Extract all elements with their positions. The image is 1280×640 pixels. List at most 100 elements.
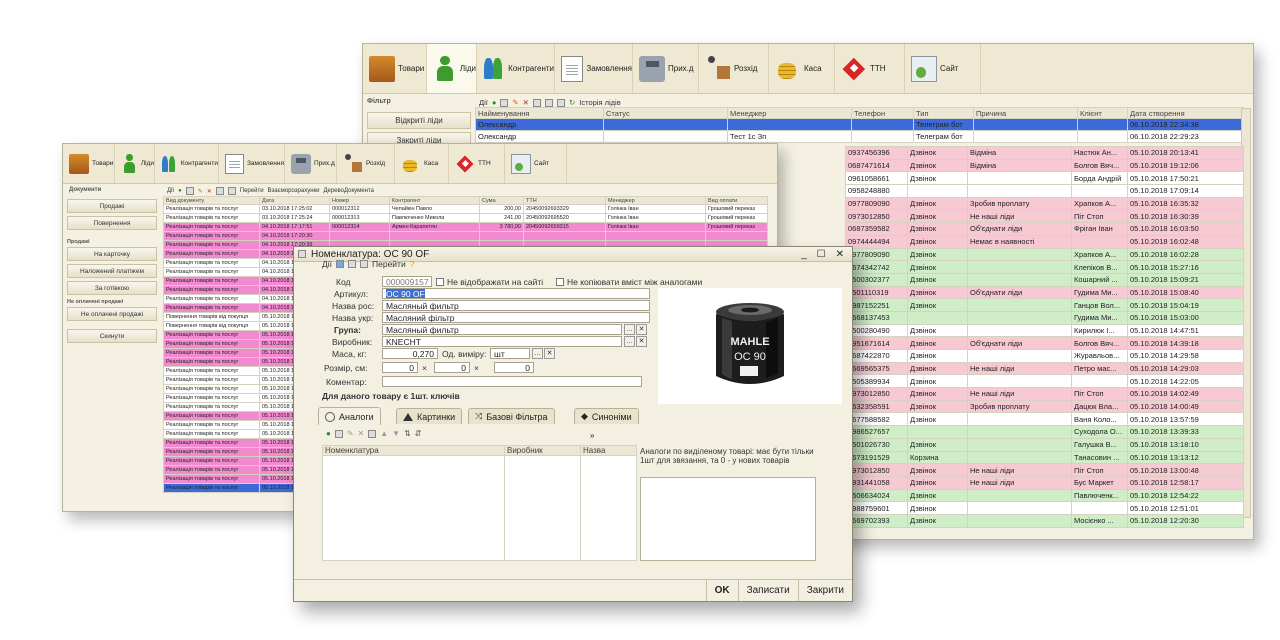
expand-icon[interactable]: » xyxy=(590,431,594,440)
delete-icon[interactable]: ✕ xyxy=(523,98,529,107)
table-row[interactable]: Реалізація товарів та послуг 03.10.2018 1… xyxy=(163,204,768,214)
col-name[interactable]: Назва xyxy=(580,445,637,456)
close-icon[interactable]: ✕ xyxy=(836,249,844,260)
group-field[interactable]: Масляный фильтр xyxy=(382,324,622,335)
table-row[interactable]: 0931441058 Дзвінок Не наші ліди Бус Маркет 0… xyxy=(845,475,1244,490)
toolbar-button-5[interactable]: Розхід xyxy=(699,44,769,93)
open-leads-button[interactable]: Відкриті ліди xyxy=(367,112,471,129)
no-copy-analogs-checkbox[interactable]: Не копіювати вміст між аналогами xyxy=(556,277,702,287)
table-row[interactable]: 0673191529 Корзина Танасовин ... 05.10.2018… xyxy=(845,450,1244,465)
table-row[interactable]: 0506634024 Дзвінок Павлюченк... 05.10.2018 … xyxy=(845,488,1244,503)
maker-select-button[interactable]: … xyxy=(624,336,635,347)
delete-icon[interactable]: ✕ xyxy=(207,188,212,195)
table-row[interactable]: 0501110319 Дзвінок Об'єднати ліди Гудима Ми… xyxy=(845,285,1244,300)
ok-button[interactable]: OK xyxy=(705,580,738,601)
column-header[interactable]: Контрагент xyxy=(389,196,480,205)
tab-analogs[interactable]: Аналоги xyxy=(318,407,381,425)
leads-history-link[interactable]: Історія лідів xyxy=(579,98,620,107)
table-row[interactable]: 0977809090 Дзвінок Храпков А... 05.10.2018 … xyxy=(845,247,1244,262)
column-header[interactable]: Вид документу xyxy=(163,196,260,205)
table-row[interactable]: 0961058661 Дзвінок Борда Андрій 05.10.2018 … xyxy=(845,171,1244,186)
copy-icon[interactable] xyxy=(500,98,509,107)
table-row[interactable]: 0974444494 Дзвінок Немає в наявності 05.10.… xyxy=(845,234,1244,249)
goto-menu[interactable]: Перейти xyxy=(240,188,264,194)
group-clear-button[interactable]: ✕ xyxy=(636,324,647,335)
close-button[interactable]: Закрити xyxy=(797,580,852,601)
table-row[interactable]: 0687422870 Дзвінок Журавльов... 05.10.2018 … xyxy=(845,349,1244,363)
print-icon[interactable] xyxy=(360,260,369,268)
delete-icon[interactable]: ✕ xyxy=(358,429,365,438)
table-row[interactable]: Реалізація товарів та послуг 04.10.2018 1… xyxy=(163,231,768,241)
group-select-button[interactable]: … xyxy=(624,324,635,335)
column-header[interactable]: Дата xyxy=(259,196,330,205)
mass-field[interactable]: 0,270 xyxy=(382,348,438,359)
table-row[interactable]: 0958248880 05.10.2018 17:09:14 xyxy=(845,184,1244,198)
toolbar-button-8[interactable]: Сайт xyxy=(505,144,567,183)
list-icon[interactable] xyxy=(368,429,377,438)
toolbar-button-5[interactable]: Розхід xyxy=(337,144,395,183)
toolbar-button-8[interactable]: Сайт xyxy=(905,44,981,93)
table-row[interactable]: Реалізація товарів та послуг 03.10.2018 1… xyxy=(163,213,768,223)
column-header[interactable]: Менеджер xyxy=(605,196,706,205)
move-down-icon[interactable]: ▼ xyxy=(392,429,400,438)
table-row[interactable]: 0687471614 Дзвінок Відміна Болгов Вяч... 05.… xyxy=(845,158,1244,173)
code-field[interactable]: 000009157 xyxy=(382,276,432,287)
side-filter-button[interactable]: Не оплачені продажі xyxy=(67,307,157,321)
toolbar-button-3[interactable]: Замовлення xyxy=(219,144,285,183)
table-row[interactable]: Реалізація товарів та послуг 04.10.2018 1… xyxy=(163,222,768,232)
table-row[interactable]: 0973012850 Дзвінок Не наші ліди Піт Стоп 05.… xyxy=(845,209,1244,224)
table-row[interactable]: 0977809090 Дзвінок Зробив проплату Храпков … xyxy=(845,196,1244,211)
toolbar-button-3[interactable]: Замовлення xyxy=(555,44,633,93)
side-filter-button[interactable]: За готівкою xyxy=(67,281,157,295)
table-row[interactable]: 0973012850 Дзвінок Не наші ліди Піт Стоп 05.… xyxy=(845,463,1244,477)
side-filter-button[interactable]: На карточку xyxy=(67,247,157,261)
column-header[interactable]: Сума xyxy=(479,196,524,205)
toolbar-button-2[interactable]: Контрагенти xyxy=(477,44,555,93)
toolbar-button-6[interactable]: Каса xyxy=(395,144,449,183)
toolbar-button-7[interactable]: ТТН xyxy=(835,44,905,93)
column-header[interactable]: Вид оплати xyxy=(705,196,768,205)
filter-icon[interactable] xyxy=(215,187,224,195)
table-row[interactable]: 0987152251 Дзвінок Ганцов Вол... 05.10.2018… xyxy=(845,298,1244,312)
refresh-icon[interactable]: ↻ xyxy=(569,98,575,107)
help-icon[interactable]: ? xyxy=(410,259,415,269)
column-header[interactable]: ТТН xyxy=(523,196,606,205)
toolbar-button-0[interactable]: Товари xyxy=(63,144,115,183)
column-header[interactable]: Клієнт xyxy=(1077,107,1128,119)
side-filter-button[interactable]: Наложений платіжем xyxy=(67,264,157,278)
filter-clear-icon[interactable] xyxy=(544,98,553,107)
actions-menu[interactable]: Дії xyxy=(479,98,488,107)
table-row[interactable]: 0687359582 Дзвінок Об'єднати ліди Фріган Ів… xyxy=(845,222,1244,236)
list-icon[interactable] xyxy=(348,260,357,268)
name-ua-field[interactable]: Масляний фільтр xyxy=(382,312,650,323)
column-header[interactable]: Найменування xyxy=(475,107,604,119)
edit-icon[interactable]: ✎ xyxy=(512,98,518,107)
save-icon[interactable] xyxy=(336,260,345,268)
toolbar-button-7[interactable]: ТТН xyxy=(449,144,505,183)
column-header[interactable]: Статус xyxy=(603,107,728,119)
table-row[interactable]: 0973012850 Дзвінок Не наші ліди Піт Стоп 05.… xyxy=(845,387,1244,401)
table-row[interactable]: 0505389934 Дзвінок 05.10.2018 14:22:05 xyxy=(845,374,1244,389)
actions-menu[interactable]: Дії xyxy=(167,188,174,194)
column-header[interactable]: Менеджер xyxy=(727,107,852,119)
copy-icon[interactable] xyxy=(334,429,343,438)
side-filter-button[interactable]: Продажі xyxy=(67,199,157,213)
col-nomenclature[interactable]: Номенклатура xyxy=(322,445,505,456)
unit-field[interactable]: шт xyxy=(490,348,530,359)
add-icon[interactable]: ● xyxy=(326,429,331,438)
table-row[interactable]: 0668137453 Гудима Ми... 05.10.2018 15:03:0… xyxy=(845,310,1244,325)
unit-select-button[interactable]: … xyxy=(532,348,543,359)
goto-menu[interactable]: Перейти xyxy=(372,259,406,269)
filter-icon[interactable] xyxy=(532,98,541,107)
move-up-icon[interactable]: ▲ xyxy=(380,429,388,438)
maker-clear-button[interactable]: ✕ xyxy=(636,336,647,347)
document-tree-link[interactable]: ДеревоДокумента xyxy=(323,188,373,194)
hide-on-site-checkbox[interactable]: Не відображати на сайті xyxy=(436,277,543,287)
table-row[interactable]: 0951671614 Дзвінок Об'єднати ліди Болгов Вя… xyxy=(845,336,1244,350)
sort-asc-icon[interactable]: ⇅ xyxy=(404,429,411,438)
toolbar-button-1[interactable]: Ліди xyxy=(427,44,477,93)
sort-icon[interactable] xyxy=(227,187,236,195)
save-button[interactable]: Записати xyxy=(737,580,798,601)
minimize-icon[interactable]: _ xyxy=(801,249,807,260)
column-header[interactable]: Причина xyxy=(973,107,1078,119)
